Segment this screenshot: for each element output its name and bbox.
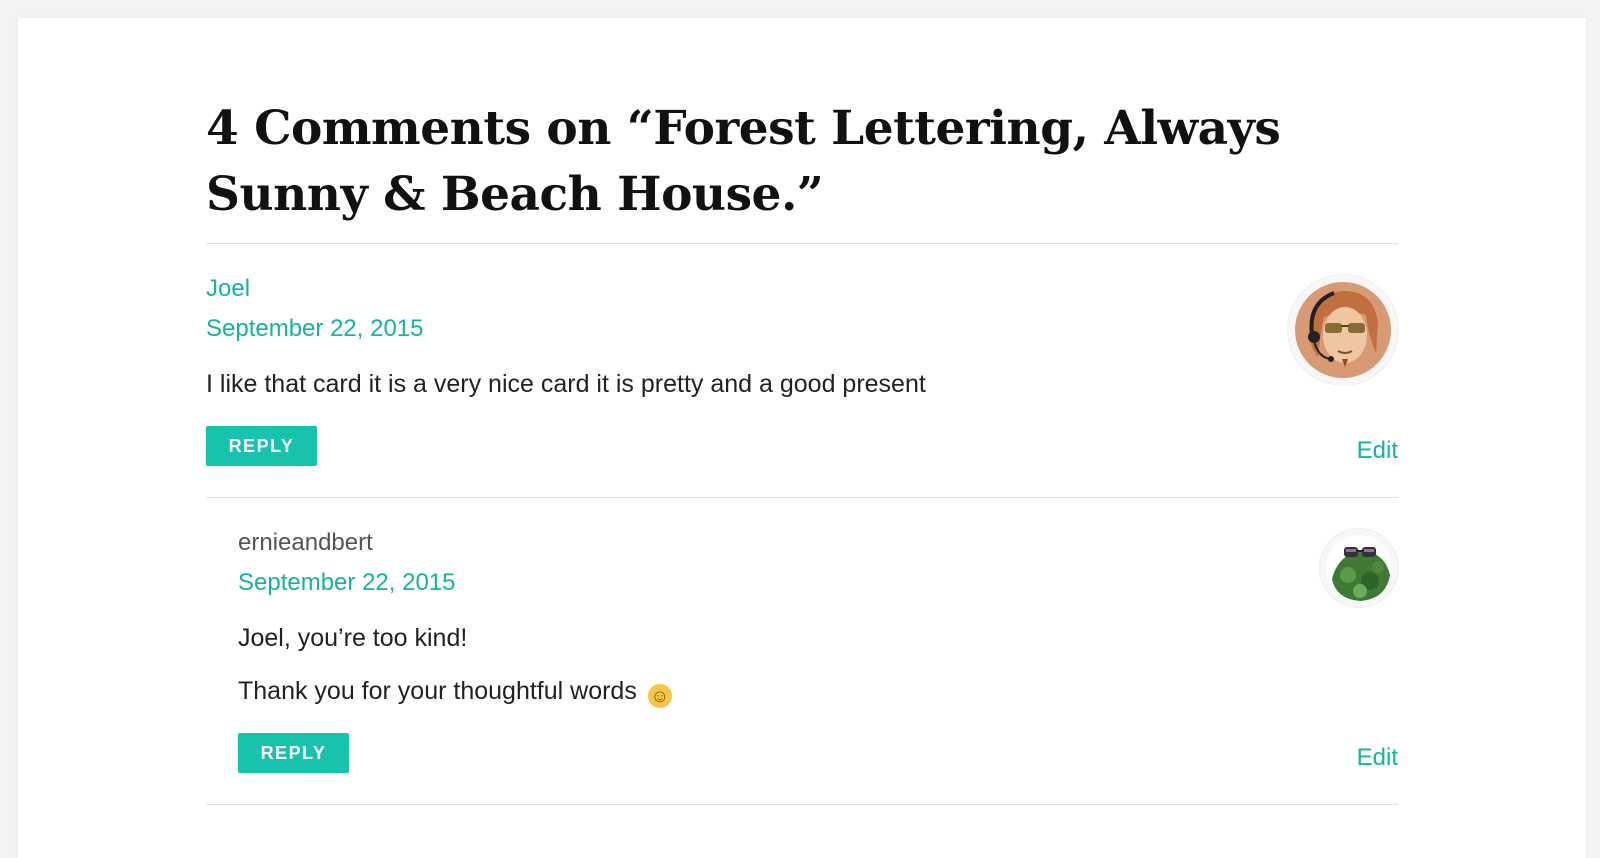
divider — [206, 243, 1398, 244]
comment-item: ernieandbert September 22, 2015 Joel, yo… — [238, 529, 1398, 789]
edit-link[interactable]: Edit — [1357, 437, 1398, 465]
slightly-smiling-face-emoji-icon: ☺ — [647, 684, 672, 708]
comment-author-link[interactable]: Joel — [206, 275, 250, 303]
comments-card: 4 Comments on “Forest Lettering, Always … — [18, 18, 1586, 858]
avatar-man-with-headset-sunglasses-icon — [1288, 275, 1398, 385]
divider — [206, 497, 1398, 498]
avatar-green-plant-with-sunglasses-icon — [1320, 529, 1398, 607]
reply-button[interactable]: REPLY — [238, 733, 349, 773]
comment-date-link[interactable]: September 22, 2015 — [206, 315, 424, 343]
edit-link[interactable]: Edit — [1357, 744, 1398, 772]
comment-item: Joel September 22, 2015 I like that card… — [206, 275, 1398, 495]
comment-date-link[interactable]: September 22, 2015 — [238, 569, 456, 597]
comments-title: 4 Comments on “Forest Lettering, Always … — [206, 101, 1281, 222]
divider — [206, 804, 1398, 805]
comment-text: Thank you for your thoughtful words ☺ — [238, 676, 672, 708]
comment-text: I like that card it is a very nice card … — [206, 370, 926, 398]
comment-text: Joel, you’re too kind! — [238, 624, 468, 652]
comment-author: ernieandbert — [238, 529, 373, 556]
comment-text-line: Thank you for your thoughtful words — [238, 677, 637, 705]
reply-button[interactable]: REPLY — [206, 426, 317, 466]
